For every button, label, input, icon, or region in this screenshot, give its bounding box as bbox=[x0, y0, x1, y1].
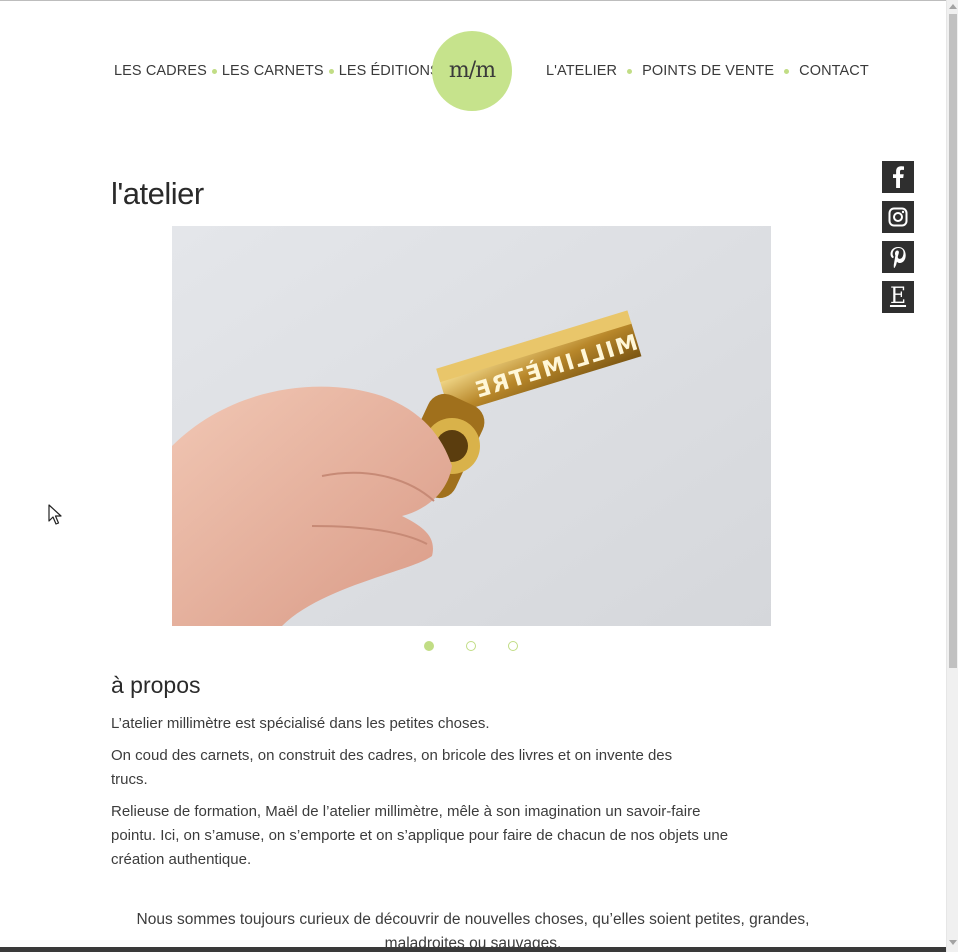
closing-statement: Nous sommes toujours curieux de découvri… bbox=[136, 911, 810, 952]
nav-separator-dot bbox=[211, 68, 217, 74]
slider-dot-1[interactable] bbox=[424, 641, 434, 651]
about-paragraph-3: Relieuse de formation, Maël de l’atelier… bbox=[111, 803, 729, 868]
nav-item-les-editions[interactable]: LES ÉDITIONS bbox=[339, 61, 440, 81]
about-paragraph-1: L’atelier millimètre est spécialisé dans… bbox=[111, 715, 490, 732]
page-title: l'atelier bbox=[111, 176, 204, 211]
etsy-icon: E bbox=[889, 284, 907, 309]
nav-item-les-carnets[interactable]: LES CARNETS bbox=[222, 61, 324, 81]
main-nav: LES CADRES LES CARNETS LES ÉDITIONS m/m … bbox=[0, 0, 946, 140]
instagram-icon bbox=[888, 207, 908, 227]
nav-item-points-de-vente[interactable]: POINTS DE VENTE bbox=[642, 61, 774, 81]
slider-dot-3[interactable] bbox=[508, 641, 518, 651]
facebook-icon bbox=[893, 166, 904, 188]
about-paragraph-2: On coud des carnets, on construit des ca… bbox=[111, 747, 673, 788]
nav-right-group: L'ATELIER POINTS DE VENTE CONTACT bbox=[546, 61, 869, 81]
pinterest-icon bbox=[890, 247, 906, 268]
nav-left-group: LES CADRES LES CARNETS LES ÉDITIONS bbox=[114, 61, 440, 81]
scrollbar-thumb[interactable] bbox=[949, 14, 957, 668]
page-scrollbar[interactable] bbox=[946, 0, 958, 952]
mouse-cursor-icon bbox=[48, 504, 62, 525]
pinterest-link[interactable] bbox=[882, 241, 914, 273]
bottom-edge bbox=[0, 947, 946, 952]
nav-item-l-atelier[interactable]: L'ATELIER bbox=[546, 61, 617, 81]
facebook-link[interactable] bbox=[882, 161, 914, 193]
social-links: E bbox=[882, 161, 914, 321]
etsy-link[interactable]: E bbox=[882, 281, 914, 313]
nav-item-les-cadres[interactable]: LES CADRES bbox=[114, 61, 207, 81]
scroll-down-arrow-icon[interactable] bbox=[949, 940, 957, 945]
site-logo[interactable]: m/m bbox=[432, 31, 512, 111]
instagram-link[interactable] bbox=[882, 201, 914, 233]
slider-pagination bbox=[424, 641, 550, 651]
image-slider[interactable]: MILLIMÈTRE bbox=[172, 226, 771, 626]
about-title: à propos bbox=[111, 672, 201, 698]
scroll-up-arrow-icon[interactable] bbox=[949, 4, 957, 9]
nav-item-contact[interactable]: CONTACT bbox=[799, 61, 869, 81]
slider-image: MILLIMÈTRE bbox=[172, 226, 771, 626]
logo-text: m/m bbox=[448, 58, 496, 83]
nav-separator-dot bbox=[328, 68, 334, 74]
slider-dot-2[interactable] bbox=[466, 641, 476, 651]
nav-separator-dot bbox=[627, 68, 633, 74]
nav-separator-dot bbox=[784, 68, 790, 74]
